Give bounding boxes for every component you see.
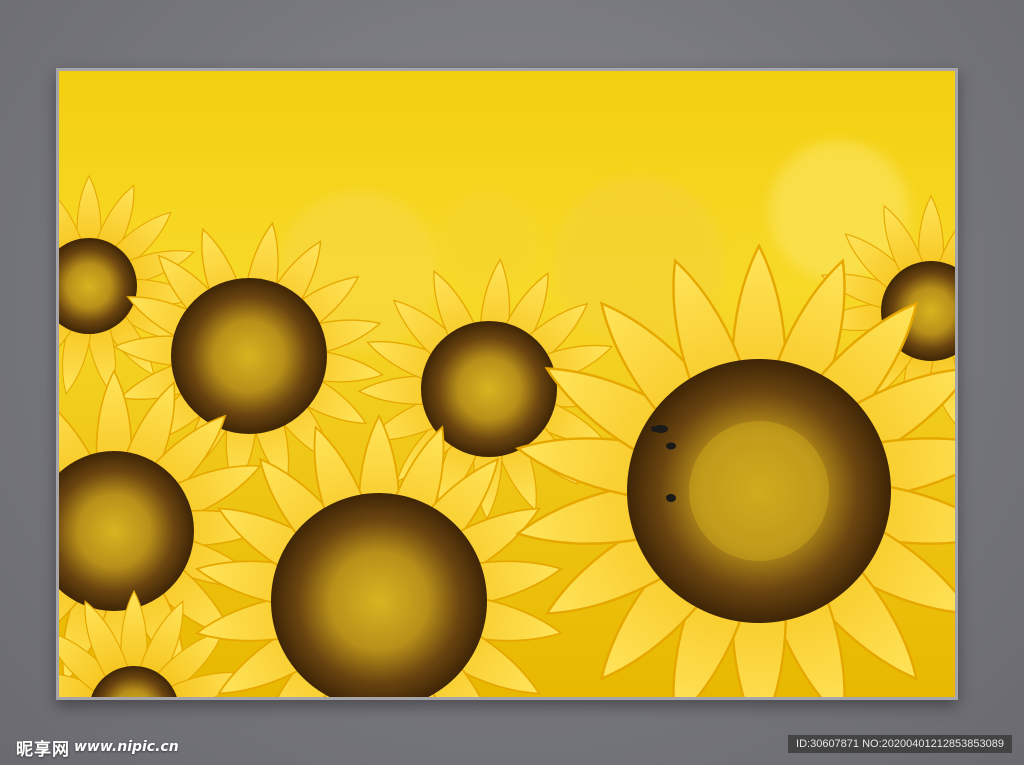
watermark-id-badge: ID:30607871 NO:20200401212853853089: [788, 735, 1012, 753]
watermark-id-text: ID:30607871 NO:20200401212853853089: [796, 738, 1004, 750]
bee: [666, 442, 676, 450]
sunflower-photo: [59, 71, 955, 697]
sunflower-picture-frame: [56, 68, 958, 700]
watermark-brand-name: 昵享网: [16, 739, 70, 760]
watermark-url: www.nipic.cn: [74, 739, 179, 755]
bee: [666, 494, 676, 502]
photo-canvas: 昵享网 www.nipic.cn ID:30607871 NO:20200401…: [0, 0, 1024, 765]
watermark-brand: 昵享网 www.nipic.cn: [16, 737, 179, 760]
bee: [651, 425, 668, 433]
